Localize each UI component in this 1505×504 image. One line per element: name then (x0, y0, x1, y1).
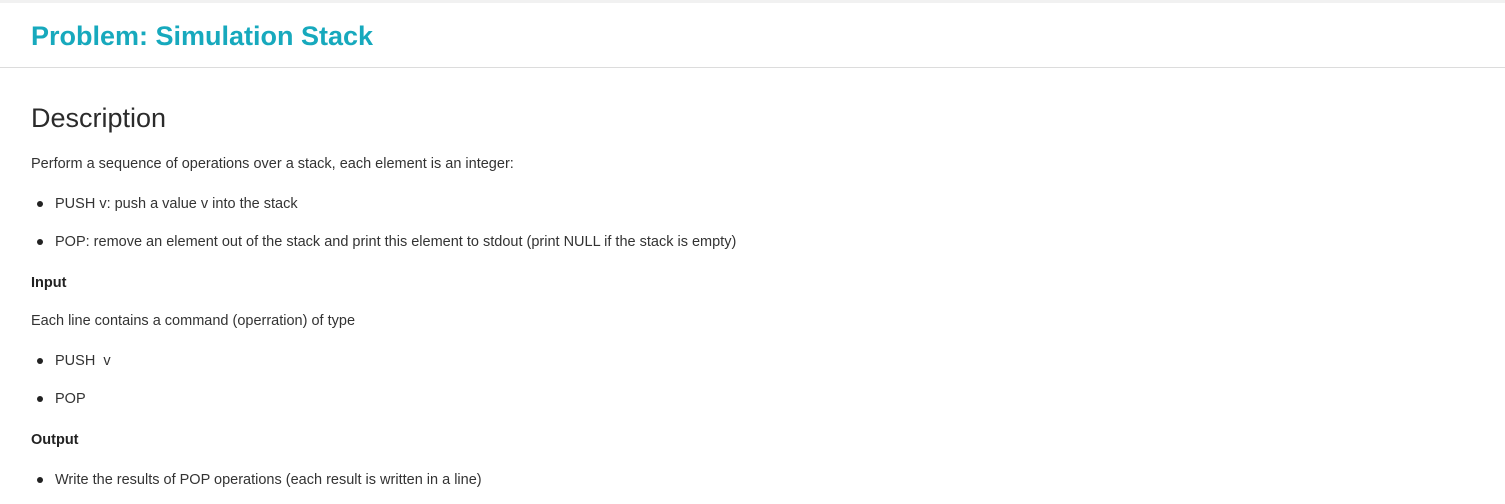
page-title: Problem: Simulation Stack (31, 21, 374, 51)
bullet-icon (37, 358, 43, 364)
list-item-text: POP (55, 391, 86, 407)
bullet-icon (37, 201, 43, 207)
list-item: PUSH v (31, 352, 111, 370)
commands-list-2: POP (31, 390, 86, 408)
output-label: Output (31, 432, 79, 448)
bullet-icon (37, 477, 43, 483)
operations-list-2: POP: remove an element out of the stack … (31, 233, 736, 251)
bullet-icon (37, 239, 43, 245)
list-item: Write the results of POP operations (eac… (31, 471, 482, 489)
output-list: Write the results of POP operations (eac… (31, 471, 482, 489)
list-item: PUSH v: push a value v into the stack (31, 195, 298, 213)
list-item-text: PUSH v: push a value v into the stack (55, 196, 298, 212)
list-item-text: POP: remove an element out of the stack … (55, 234, 737, 250)
list-item-text: PUSH v (55, 353, 111, 369)
list-item-text: Write the results of POP operations (eac… (55, 472, 482, 488)
list-item: POP (31, 390, 86, 408)
description-heading: Description (31, 103, 167, 133)
description-intro: Perform a sequence of operations over a … (31, 156, 514, 172)
problem-header: Problem: Simulation Stack (0, 3, 1505, 68)
bullet-icon (37, 396, 43, 402)
commands-list: PUSH v (31, 352, 111, 370)
list-item: POP: remove an element out of the stack … (31, 233, 736, 251)
input-label: Input (31, 275, 67, 291)
operations-list: PUSH v: push a value v into the stack (31, 195, 298, 213)
input-text: Each line contains a command (operration… (31, 313, 356, 329)
